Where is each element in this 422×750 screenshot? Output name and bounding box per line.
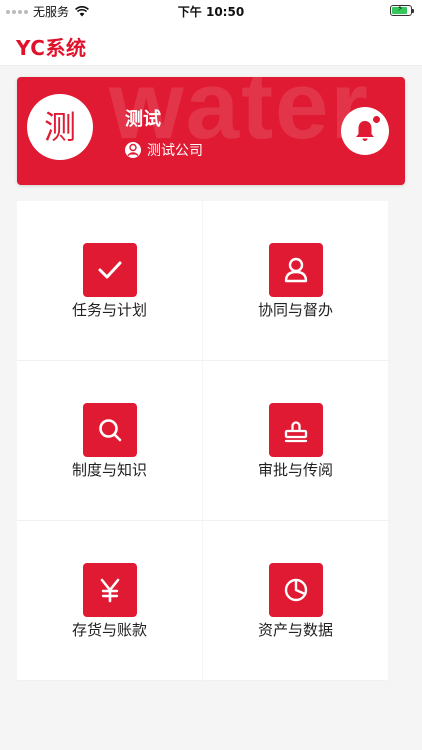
menu-tile-approval[interactable]: 审批与传阅 [203,361,388,521]
app-header: YC系统 [0,22,422,66]
search-icon [82,403,137,457]
check-icon [82,243,137,297]
menu-grid: 任务与计划 协同与督办 制度与知识 审批与传阅 存货与账款 资产与数据 [17,201,388,681]
stamp-icon [268,403,323,457]
pie-chart-icon [268,563,323,617]
profile-card[interactable]: water 测 测试 测试公司 [17,77,405,185]
yen-icon [82,563,137,617]
avatar[interactable]: 测 [27,94,93,160]
menu-tile-tasks[interactable]: 任务与计划 [17,201,202,361]
company-person-icon [125,142,141,158]
menu-tile-label: 存货与账款 [71,621,147,639]
status-bar: 无服务 下午 10:50 ⚡ [0,0,422,22]
company-row: 测试公司 [125,140,203,160]
battery-icon: ⚡ [390,4,414,16]
menu-tile-knowledge[interactable]: 制度与知识 [17,361,202,521]
menu-tile-assets[interactable]: 资产与数据 [203,521,388,681]
app-title: YC系统 [16,36,87,60]
menu-tile-label: 审批与传阅 [257,461,333,479]
menu-tile-collaboration[interactable]: 协同与督办 [203,201,388,361]
menu-tile-label: 制度与知识 [71,461,147,479]
charging-bolt-icon: ⚡ [397,4,404,14]
company-name: 测试公司 [147,143,203,159]
notification-button[interactable] [341,107,389,155]
menu-tile-label: 协同与督办 [257,301,333,319]
menu-tile-label: 资产与数据 [257,621,333,639]
menu-tile-inventory[interactable]: 存货与账款 [17,521,202,681]
profile-name: 测试 [125,109,161,130]
status-time: 下午 10:50 [177,5,245,19]
menu-tile-label: 任务与计划 [71,301,147,319]
user-icon [268,243,323,297]
notification-dot [372,115,381,124]
